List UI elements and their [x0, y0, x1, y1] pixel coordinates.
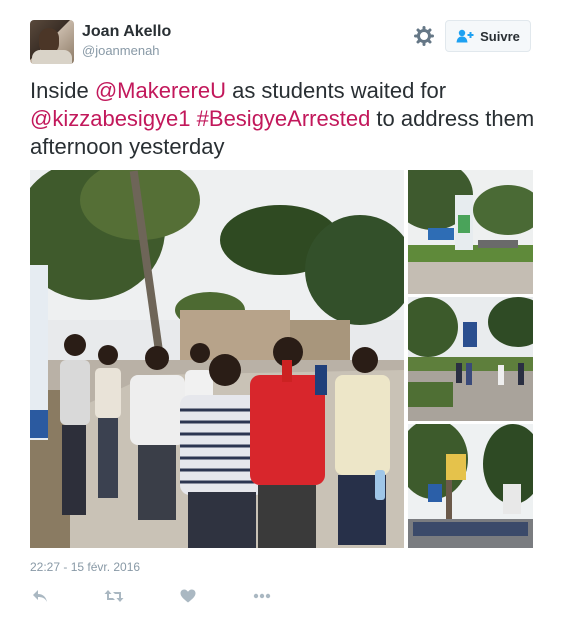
more-icon[interactable] — [252, 586, 272, 606]
side-photo-2[interactable] — [408, 297, 533, 421]
user-name[interactable]: Joan Akello — [82, 23, 171, 41]
avatar-shirt — [32, 50, 72, 64]
main-photo[interactable] — [30, 170, 404, 548]
avatar[interactable] — [30, 20, 74, 64]
side-photo-3[interactable] — [408, 424, 533, 548]
tweet-timestamp[interactable]: 22:27 - 15 févr. 2016 — [30, 560, 140, 574]
tweet-actions — [30, 586, 326, 606]
tweet-text: Inside @MakerereU as students waited for… — [30, 77, 535, 161]
follow-button[interactable]: Suivre — [445, 20, 531, 52]
follow-label: Suivre — [480, 28, 520, 44]
tweet-text-part: as students waited for — [225, 78, 447, 103]
tweet-text-part: Inside — [30, 78, 95, 103]
main-photo-svg — [30, 170, 404, 548]
side-photo-1-svg — [408, 170, 533, 294]
side-photo-2-svg — [408, 297, 533, 421]
add-user-icon — [456, 29, 474, 43]
like-icon[interactable] — [178, 586, 198, 606]
reply-icon[interactable] — [30, 586, 50, 606]
retweet-icon[interactable] — [104, 586, 124, 606]
side-photo-3-svg — [408, 424, 533, 548]
side-photo-1[interactable] — [408, 170, 533, 294]
gear-icon[interactable] — [414, 26, 434, 46]
media-grid — [30, 170, 533, 548]
mention-kizzabesigye1[interactable]: @kizzabesigye1 — [30, 106, 191, 131]
user-handle[interactable]: @joanmenah — [82, 43, 160, 58]
mention-makerereu[interactable]: @MakerereU — [95, 78, 226, 103]
gear-icon-svg — [414, 26, 434, 46]
hashtag-besigyearrested[interactable]: #BesigyeArrested — [197, 106, 371, 131]
